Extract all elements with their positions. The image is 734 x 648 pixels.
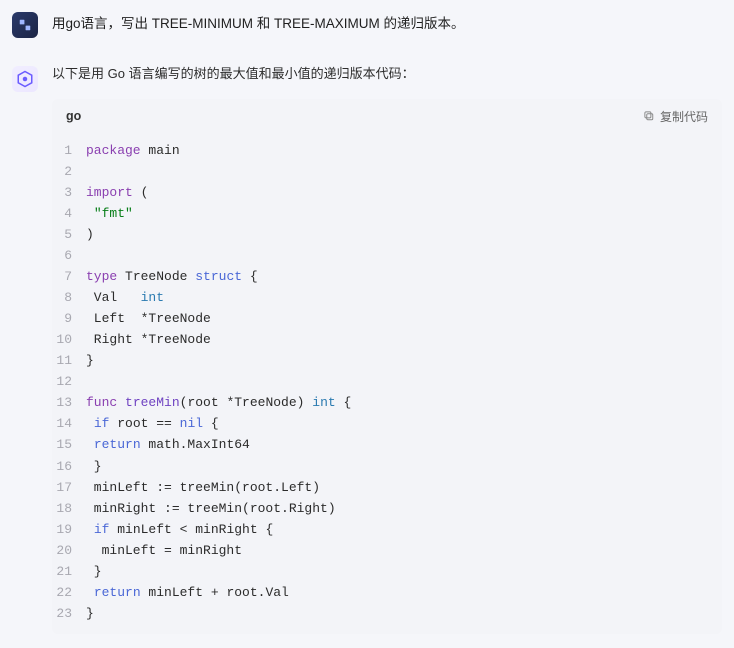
line-content (86, 161, 94, 182)
code-line: 10 Right *TreeNode (52, 329, 722, 350)
code-line: 7type TreeNode struct { (52, 266, 722, 287)
line-content: minRight := treeMin(root.Right) (86, 498, 336, 519)
assistant-message-body: 以下是用 Go 语言编写的树的最大值和最小值的递归版本代码： go 复制代码 1… (52, 64, 722, 634)
line-content: Left *TreeNode (86, 308, 211, 329)
line-content: } (86, 456, 102, 477)
assistant-intro-text: 以下是用 Go 语言编写的树的最大值和最小值的递归版本代码： (52, 64, 722, 85)
code-line: 14 if root == nil { (52, 413, 722, 434)
code-line: 19 if minLeft < minRight { (52, 519, 722, 540)
code-line: 23} (52, 603, 722, 624)
user-prompt-text: 用go语言，写出 TREE-MINIMUM 和 TREE-MAXIMUM 的递归… (52, 10, 722, 36)
line-number: 17 (52, 477, 86, 498)
line-number: 12 (52, 371, 86, 392)
code-line: 9 Left *TreeNode (52, 308, 722, 329)
line-content: } (86, 603, 94, 624)
line-content: Val int (86, 287, 164, 308)
line-content: ) (86, 224, 94, 245)
code-language-label: go (66, 109, 81, 123)
code-line: 5) (52, 224, 722, 245)
line-number: 7 (52, 266, 86, 287)
code-line: 11} (52, 350, 722, 371)
line-content: if root == nil { (86, 413, 219, 434)
line-number: 23 (52, 603, 86, 624)
copy-code-button[interactable]: 复制代码 (643, 108, 708, 125)
line-number: 9 (52, 308, 86, 329)
code-line: 4 "fmt" (52, 203, 722, 224)
code-block: go 复制代码 1package main2 3import (4 "fmt"5… (52, 99, 722, 634)
user-message-body: 用go语言，写出 TREE-MINIMUM 和 TREE-MAXIMUM 的递归… (52, 10, 722, 36)
code-header: go 复制代码 (52, 99, 722, 134)
code-body[interactable]: 1package main2 3import (4 "fmt"5)6 7type… (52, 134, 722, 634)
code-line: 21 } (52, 561, 722, 582)
code-line: 3import ( (52, 182, 722, 203)
line-number: 22 (52, 582, 86, 603)
line-content: func treeMin(root *TreeNode) int { (86, 392, 351, 413)
line-number: 14 (52, 413, 86, 434)
assistant-message: 以下是用 Go 语言编写的树的最大值和最小值的递归版本代码： go 复制代码 1… (12, 64, 722, 634)
line-content: package main (86, 140, 180, 161)
line-content: if minLeft < minRight { (86, 519, 273, 540)
line-number: 8 (52, 287, 86, 308)
line-number: 21 (52, 561, 86, 582)
line-content: import ( (86, 182, 148, 203)
code-line: 15 return math.MaxInt64 (52, 434, 722, 455)
code-line: 17 minLeft := treeMin(root.Left) (52, 477, 722, 498)
line-content: return minLeft + root.Val (86, 582, 289, 603)
line-number: 3 (52, 182, 86, 203)
code-line: 1package main (52, 140, 722, 161)
avatar-glyph-icon (18, 18, 32, 32)
line-number: 5 (52, 224, 86, 245)
line-content: "fmt" (86, 203, 133, 224)
line-content (86, 245, 94, 266)
line-content: } (86, 350, 94, 371)
line-content: minLeft := treeMin(root.Left) (86, 477, 320, 498)
code-line: 18 minRight := treeMin(root.Right) (52, 498, 722, 519)
line-number: 6 (52, 245, 86, 266)
copy-code-label: 复制代码 (660, 108, 708, 125)
line-number: 13 (52, 392, 86, 413)
code-line: 20 minLeft = minRight (52, 540, 722, 561)
code-line: 13func treeMin(root *TreeNode) int { (52, 392, 722, 413)
line-content (86, 371, 94, 392)
line-number: 4 (52, 203, 86, 224)
user-avatar (12, 12, 38, 38)
line-number: 19 (52, 519, 86, 540)
code-line: 2 (52, 161, 722, 182)
line-number: 2 (52, 161, 86, 182)
line-number: 11 (52, 350, 86, 371)
copy-icon (643, 110, 655, 122)
line-number: 1 (52, 140, 86, 161)
line-content: minLeft = minRight (86, 540, 242, 561)
user-message: 用go语言，写出 TREE-MINIMUM 和 TREE-MAXIMUM 的递归… (12, 10, 722, 38)
code-line: 12 (52, 371, 722, 392)
line-content: type TreeNode struct { (86, 266, 258, 287)
code-line: 16 } (52, 456, 722, 477)
line-number: 15 (52, 434, 86, 455)
line-number: 10 (52, 329, 86, 350)
line-content: } (86, 561, 102, 582)
code-line: 22 return minLeft + root.Val (52, 582, 722, 603)
code-line: 8 Val int (52, 287, 722, 308)
code-line: 6 (52, 245, 722, 266)
line-content: Right *TreeNode (86, 329, 211, 350)
chat-container: 用go语言，写出 TREE-MINIMUM 和 TREE-MAXIMUM 的递归… (0, 0, 734, 634)
bot-hexagon-icon (16, 70, 34, 88)
assistant-avatar (12, 66, 38, 92)
line-number: 18 (52, 498, 86, 519)
line-content: return math.MaxInt64 (86, 434, 250, 455)
line-number: 20 (52, 540, 86, 561)
line-number: 16 (52, 456, 86, 477)
